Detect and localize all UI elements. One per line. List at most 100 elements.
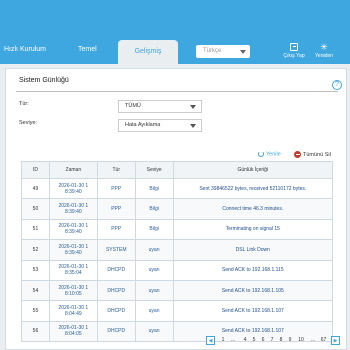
logout-button[interactable]: Çıkış Yap xyxy=(281,43,307,59)
cell-time: 2026-01-30 1 8:04:49 xyxy=(48,300,98,322)
cell-time: 2026-01-30 1 8:39:40 xyxy=(48,239,98,261)
cell-time-text: 8:39:40 xyxy=(64,229,82,236)
divider xyxy=(16,91,338,92)
cell-type: PPP xyxy=(96,218,136,241)
page-ellipsis: ... xyxy=(230,337,236,343)
table-row: 53 2026-01-30 1 8:35:04 DHCPD uyarı Send … xyxy=(21,259,334,281)
column-header-id[interactable]: ID xyxy=(21,161,50,179)
cell-level: Bilgi xyxy=(134,177,174,200)
page-link[interactable]: 5 xyxy=(251,336,257,345)
page-link[interactable]: 10 xyxy=(296,336,306,345)
cell-content: DSL Link Down xyxy=(172,239,334,261)
chevron-down-icon xyxy=(190,105,196,109)
cell-time-text: 8:10:05 xyxy=(64,290,82,297)
column-header-content[interactable]: Günlük İçeriği xyxy=(172,161,334,179)
cell-time-text: 8:04:49 xyxy=(64,311,82,318)
cell-id: 54 xyxy=(21,279,50,302)
column-header-level[interactable]: Seviye xyxy=(134,161,174,179)
chevron-down-icon xyxy=(190,124,196,128)
clear-all-button[interactable]: Tümünü Sil xyxy=(294,151,331,158)
page-link[interactable]: 1 xyxy=(220,336,226,345)
top-navigation: Hızlı Kurulum Temel Gelişmiş Türkçe Çıkı… xyxy=(0,0,350,64)
table-row: 55 2026-01-30 1 8:04:49 DHCPD uyarı Send … xyxy=(21,300,334,322)
cell-time: 2026-01-30 1 8:04:05 xyxy=(48,320,98,343)
type-filter-select[interactable]: TÜMÜ xyxy=(118,100,202,113)
cell-content: Terminating on signal 15 xyxy=(172,218,334,241)
cell-level: Bilgi xyxy=(134,218,174,241)
table-row: 56 2026-01-30 1 8:04:05 DHCPD uyarı Send … xyxy=(21,320,334,343)
cell-time: 2026-01-30 1 8:35:04 xyxy=(48,259,98,281)
system-log-panel: Sistem Günlüğü ? Tür: TÜMÜ Seviye: Hata … xyxy=(5,68,347,350)
level-filter-value: Hata Ayıklama xyxy=(125,122,161,128)
cell-type: DHCPD xyxy=(96,279,136,302)
page-link[interactable]: 4 xyxy=(242,336,248,345)
cell-content: Send ACK to 192.168.1.107 xyxy=(172,300,334,322)
help-icon[interactable]: ? xyxy=(332,80,342,90)
table-row: 51 2026-01-30 1 8:39:40 PPP Bilgi Termina… xyxy=(21,218,334,241)
cell-time-text: 8:39:40 xyxy=(64,209,82,216)
cell-level: uyarı xyxy=(134,259,174,281)
column-header-time[interactable]: Zaman xyxy=(48,161,98,179)
reboot-button[interactable]: ✳ Yeniden xyxy=(311,42,337,60)
cell-time: 2026-01-30 1 8:39:40 xyxy=(48,218,98,241)
level-filter-select[interactable]: Hata Ayıklama xyxy=(118,119,202,132)
type-filter-value: TÜMÜ xyxy=(125,103,141,109)
cell-type: PPP xyxy=(96,198,136,220)
page-link[interactable]: 9 xyxy=(287,336,293,345)
table-row: 49 2026-01-30 1 8:39:40 PPP Bilgi Sent 39… xyxy=(21,177,334,200)
nav-advanced[interactable]: Gelişmiş xyxy=(118,40,178,64)
cell-id: 51 xyxy=(21,218,50,241)
cell-content: Sent 39846522 bytes, received 52110172 b… xyxy=(172,177,334,200)
table-header-row: ID Zaman Tür Seviye Günlük İçeriği xyxy=(21,161,334,179)
table-row: 52 2026-01-30 1 8:39:40 SYSTEM uyarı DSL … xyxy=(21,239,334,261)
cell-time: 2026-01-30 1 8:10:05 xyxy=(48,279,98,302)
language-value: Türkçe xyxy=(203,48,222,54)
minus-circle-icon xyxy=(294,151,301,158)
page-ellipsis: ... xyxy=(310,337,316,343)
prev-page-button[interactable]: ◀ xyxy=(206,336,215,345)
cell-time-text: 8:04:05 xyxy=(64,331,82,338)
clear-all-label: Tümünü Sil xyxy=(303,151,331,158)
cell-content: Connect time 46.3 minutes. xyxy=(172,198,334,220)
language-select[interactable]: Türkçe xyxy=(196,45,250,58)
page-link[interactable]: 67 xyxy=(319,336,328,345)
table-row: 54 2026-01-30 1 8:10:05 DHCPD uyarı Send … xyxy=(21,279,334,302)
page-title: Sistem Günlüğü xyxy=(19,77,69,84)
type-filter-label: Tür: xyxy=(19,101,29,107)
cell-id: 56 xyxy=(21,320,50,343)
cell-content: Send ACK to 192.168.1.115 xyxy=(172,259,334,281)
log-table: ID Zaman Tür Seviye Günlük İçeriği 49 20… xyxy=(21,161,334,343)
cell-content: Send ACK to 192.168.1.105 xyxy=(172,279,334,302)
refresh-label: Yenile xyxy=(266,151,281,158)
cell-level: uyarı xyxy=(134,300,174,322)
logout-icon xyxy=(290,43,298,51)
cell-time-text: 8:39:40 xyxy=(64,188,82,195)
reboot-label: Yeniden xyxy=(315,53,333,59)
cell-level: Bilgi xyxy=(134,198,174,220)
cell-id: 52 xyxy=(21,239,50,261)
cell-time-text: 8:39:40 xyxy=(64,249,82,256)
cell-level: uyarı xyxy=(134,239,174,261)
next-page-button[interactable]: ▶ xyxy=(331,336,340,345)
reboot-icon: ✳ xyxy=(320,42,328,52)
nav-basic[interactable]: Temel xyxy=(78,46,97,53)
cell-level: uyarı xyxy=(134,279,174,302)
page-link[interactable]: 7 xyxy=(269,336,275,345)
cell-type: SYSTEM xyxy=(96,239,136,261)
cell-type: DHCPD xyxy=(96,259,136,281)
refresh-icon xyxy=(258,151,264,157)
cell-id: 49 xyxy=(21,177,50,200)
page-link[interactable]: 8 xyxy=(278,336,284,345)
cell-time: 2026-01-30 1 8:39:40 xyxy=(48,198,98,220)
cell-type: PPP xyxy=(96,177,136,200)
column-header-type[interactable]: Tür xyxy=(96,161,136,179)
nav-quick-setup[interactable]: Hızlı Kurulum xyxy=(4,46,46,53)
refresh-button[interactable]: Yenile xyxy=(258,151,281,157)
level-filter-label: Seviye: xyxy=(19,120,38,126)
cell-time: 2026-01-30 1 8:39:40 xyxy=(48,177,98,200)
logout-label: Çıkış Yap xyxy=(283,53,305,59)
cell-id: 55 xyxy=(21,300,50,322)
cell-type: DHCPD xyxy=(96,300,136,322)
cell-level: uyarı xyxy=(134,320,174,343)
page-link[interactable]: 6 xyxy=(260,336,266,345)
